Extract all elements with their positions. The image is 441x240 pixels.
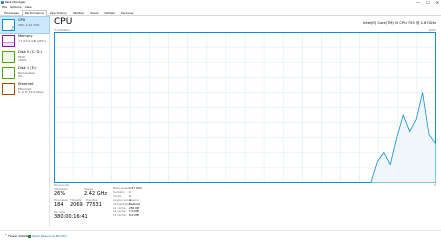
spec-key: L3 cache: xyxy=(113,213,127,218)
sidebar-item-sub: S: 0 R: 16.0 Kbps xyxy=(18,90,44,94)
spec-value: 8.0 MB xyxy=(129,213,139,218)
page-title: CPU xyxy=(54,17,73,27)
task-manager-icon xyxy=(1,1,4,4)
tab-users[interactable]: Users xyxy=(87,10,101,16)
resource-monitor-label: Open Resource Monitor xyxy=(32,234,68,238)
sidebar-item-sub: 0% xyxy=(18,74,23,78)
sidebar-item-disk-0[interactable]: Disk 0 (C: D:) HDD 100% xyxy=(0,49,49,65)
cpu-graph-svg xyxy=(54,32,436,183)
sidebar-item-memory[interactable]: Memory 7.1/15.9 GB (45%) xyxy=(0,33,49,49)
bottom-bar: ⌃ Fewer details Open Resource Monitor xyxy=(0,230,441,240)
stat-value: 380:00:16:41 xyxy=(54,214,88,220)
ethernet-thumbnail-graph xyxy=(2,83,15,95)
tab-performance[interactable]: Performance xyxy=(21,10,47,16)
tab-app-history[interactable]: App history xyxy=(47,10,70,16)
stat-uptime: Up time 380:00:16:41 xyxy=(54,211,88,221)
stat-value: 184 xyxy=(54,202,64,208)
sidebar-item-sub: 26% 2.42 GHz xyxy=(18,22,40,27)
stat-threads: Threads 2069 xyxy=(70,199,83,209)
sidebar-item-sub: 7.1/15.9 GB (45%) xyxy=(18,38,46,43)
sidebar-item-label: Disk 1 (E:) xyxy=(18,66,37,70)
cpu-thumbnail-graph xyxy=(2,19,15,31)
tab-startup[interactable]: Startup xyxy=(70,10,87,16)
sidebar-item-label: Disk 0 (C: D:) xyxy=(18,50,42,54)
disk0-thumbnail-graph xyxy=(2,51,15,63)
sidebar-item-ethernet[interactable]: Ethernet Ethernet S: 0 R: 16.0 Kbps xyxy=(0,81,49,97)
resource-monitor-icon xyxy=(28,234,31,238)
sidebar-item-label: CPU xyxy=(18,18,26,22)
cpu-stats: Utilization 26% Speed 2.42 GHz Processes… xyxy=(54,188,254,230)
tab-processes[interactable]: Processes xyxy=(1,10,22,16)
fewer-details-label: Fewer details xyxy=(8,234,29,238)
sidebar-item-label: Ethernet xyxy=(18,82,34,86)
stat-value: 2.42 GHz xyxy=(84,191,107,197)
fewer-details-button[interactable]: ⌃ Fewer details xyxy=(4,231,28,240)
sidebar-item-label: Memory xyxy=(18,34,33,38)
stat-value: 2069 xyxy=(70,202,83,208)
sidebar-item-sub: 100% xyxy=(18,58,27,62)
stat-handles: Handles 77531 xyxy=(86,199,102,209)
tab-details[interactable]: Details xyxy=(102,10,118,16)
chevron-up-icon: ⌃ xyxy=(4,233,8,238)
cpu-specs: Base speed: 2.67 GHz Sockets: 1 Cores: 4 Lo… xyxy=(113,186,142,218)
sidebar-item-cpu[interactable]: CPU 26% 2.42 GHz xyxy=(0,16,50,34)
open-resource-monitor-link[interactable]: Open Resource Monitor xyxy=(28,231,67,240)
disk1-thumbnail-graph xyxy=(2,67,15,79)
tab-services[interactable]: Services xyxy=(118,10,137,16)
stat-value: 26% xyxy=(54,191,66,197)
axis-zero: 0 xyxy=(434,184,436,187)
resource-sidebar: CPU 26% 2.42 GHz Memory 7.1/15.9 GB (45%… xyxy=(0,16,50,227)
cpu-utilization-graph xyxy=(54,32,436,183)
stat-value: 77531 xyxy=(86,202,102,208)
sidebar-item-disk-1[interactable]: Disk 1 (E:) Removable 0% xyxy=(0,65,49,81)
tab-bar: Processes Performance App history Startu… xyxy=(0,10,441,16)
memory-thumbnail-graph xyxy=(2,35,15,47)
stat-speed: Speed 2.42 GHz xyxy=(84,188,107,198)
spec-row: L3 cache: 8.0 MB xyxy=(113,213,142,218)
stat-utilization: Utilization 26% xyxy=(54,188,68,198)
cpu-model-name: Intel(R) Core(TM) i5 CPU 750 @ 2.67GHz xyxy=(363,21,436,25)
stat-processes: Processes 184 xyxy=(54,199,68,209)
